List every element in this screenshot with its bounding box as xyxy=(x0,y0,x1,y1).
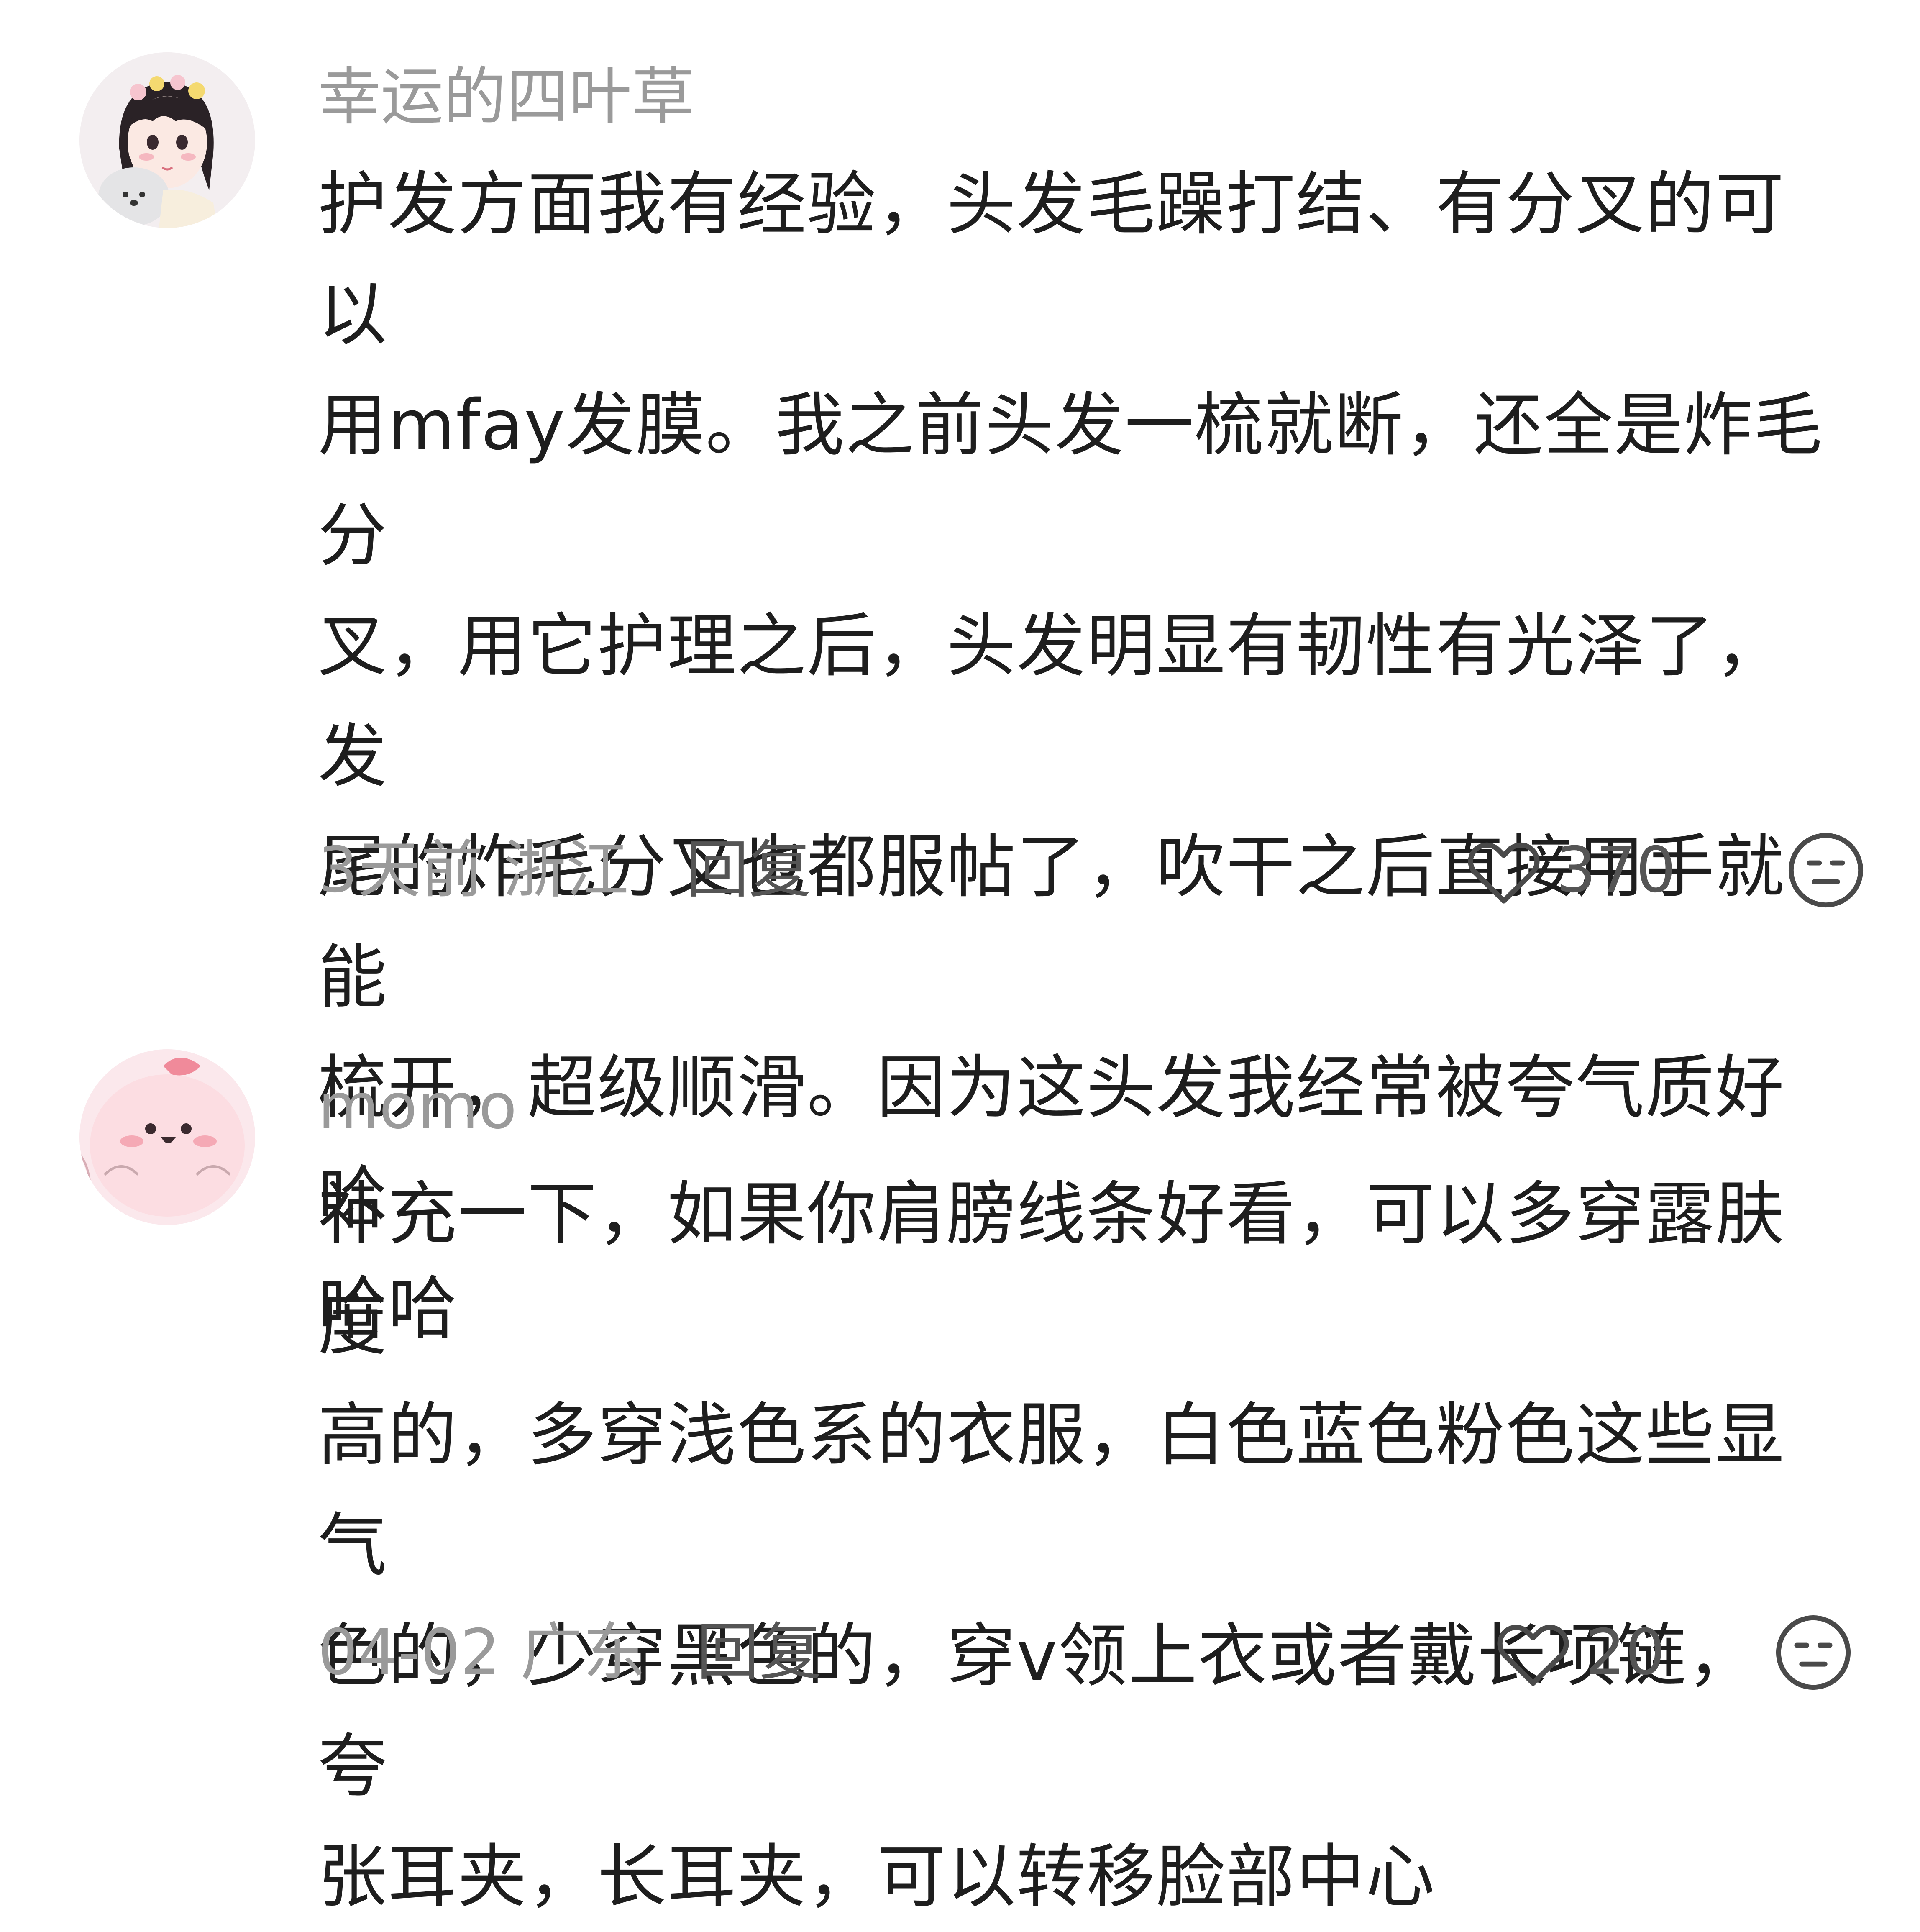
pink-cartoon-avatar-icon xyxy=(79,1049,255,1225)
comment-line: 张耳夹，长耳夹，可以转移脸部中心 xyxy=(318,1837,1436,1917)
comment-time-location: 3天前 浙江 xyxy=(318,834,629,907)
comment-line: 叉，用它护理之后，头发明显有韧性有光泽了，发 xyxy=(318,606,1785,797)
avatar[interactable] xyxy=(79,52,255,228)
reply-button[interactable]: 回复 xyxy=(686,833,812,908)
like-count: 20 xyxy=(1585,1616,1665,1689)
like-count: 370 xyxy=(1556,834,1676,907)
neutral-face-icon xyxy=(1788,833,1864,908)
girl-with-dog-avatar-icon xyxy=(79,52,255,228)
comment-line: 高的，多穿浅色系的衣服，白色蓝色粉色这些显气 xyxy=(318,1395,1785,1586)
comment-line: 用mfay发膜。我之前头发一梳就断，还全是炸毛分 xyxy=(318,385,1823,576)
comment-username[interactable]: 幸运的四叶草 xyxy=(318,59,694,135)
comment-text: 补充一下，如果你肩膀线条好看，可以多穿露肤度 高的，多穿浅色系的衣服，白色蓝色粉… xyxy=(318,1159,1824,1932)
reply-button[interactable]: 回复 xyxy=(696,1615,822,1690)
comment-username[interactable]: momo xyxy=(318,1069,517,1144)
comment-line: 补充一下，如果你肩膀线条好看，可以多穿露肤度 xyxy=(318,1174,1785,1365)
avatar[interactable] xyxy=(79,1049,255,1225)
heart-outline-icon xyxy=(1468,842,1540,904)
neutral-face-icon xyxy=(1776,1615,1851,1690)
comment-line: 护发方面我有经验，头发毛躁打结、有分叉的可以 xyxy=(318,164,1785,355)
like-button[interactable]: 20 xyxy=(1493,1615,1665,1690)
dislike-button[interactable] xyxy=(1774,1613,1853,1692)
comment-time-location: 04-02 广东 xyxy=(318,1616,646,1689)
like-button[interactable]: 370 xyxy=(1464,833,1676,908)
heart-outline-icon xyxy=(1497,1625,1569,1686)
dislike-button[interactable] xyxy=(1786,830,1866,910)
